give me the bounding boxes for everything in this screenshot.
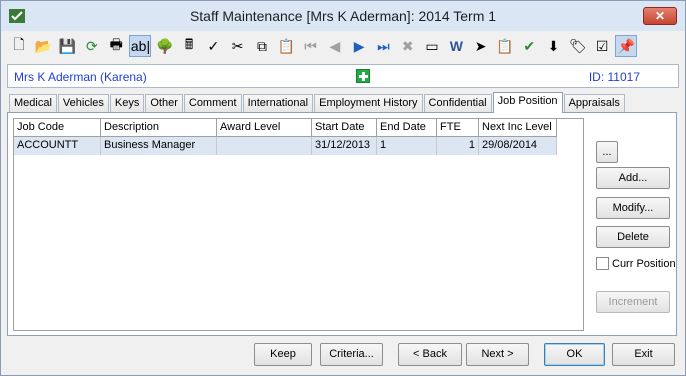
- column-header-award-level[interactable]: Award Level: [217, 119, 312, 137]
- back-button[interactable]: < Back: [398, 343, 462, 366]
- staff-maintenance-window: Staff Maintenance [Mrs K Aderman]: 2014 …: [0, 0, 686, 376]
- staff-id: ID: 11017: [588, 70, 640, 84]
- modify-button[interactable]: Modify...: [596, 197, 670, 219]
- table-cell: Business Manager: [101, 137, 217, 155]
- cut-icon[interactable]: ✂: [227, 35, 249, 57]
- tab-appraisals[interactable]: Appraisals: [563, 94, 625, 113]
- tab-employment-history[interactable]: Employment History: [314, 94, 423, 113]
- tab-medical[interactable]: Medical: [9, 94, 57, 113]
- spellcheck-icon[interactable]: ✓: [202, 35, 224, 57]
- open-folder-icon[interactable]: 📂: [32, 35, 54, 57]
- title-bar: Staff Maintenance [Mrs K Aderman]: 2014 …: [1, 1, 685, 31]
- table-cell: ACCOUNTT: [14, 137, 101, 155]
- delete-icon: ✖: [401, 37, 414, 54]
- save-icon: 💾: [58, 37, 77, 54]
- tab-other[interactable]: Other: [145, 94, 183, 113]
- close-button[interactable]: ✕: [643, 7, 677, 25]
- tab-keys[interactable]: Keys: [109, 94, 145, 113]
- calculator-icon[interactable]: 🖩: [178, 35, 200, 57]
- column-header-job-code[interactable]: Job Code: [14, 119, 101, 137]
- table-cell: 1: [377, 137, 437, 155]
- tab-comment[interactable]: Comment: [183, 94, 242, 113]
- table-cell: [217, 137, 312, 155]
- card-icon[interactable]: ▭: [421, 35, 443, 57]
- previous-record-icon: ◀: [329, 37, 341, 54]
- delete-button[interactable]: Delete: [596, 226, 670, 248]
- clipboard-edit-icon[interactable]: 📋: [494, 35, 516, 57]
- toolbar: 🗋 📂 💾 ⟳ 🖶 ab| 🌳 🖩 ✓ ✂ ⧉ 📋 ⏮ ◀ ▶ ⏭ ✖ ▭ W ➤ 📋 ✔ ⬇ 🏷 ☑ 📌: [5, 32, 683, 60]
- staff-name-bar: Mrs K Aderman (Karena) ID: 11017: [7, 64, 679, 88]
- increment-button: Increment: [596, 291, 670, 313]
- table-cell: 29/08/2014: [479, 137, 557, 155]
- curr-position-label: Curr Position: [612, 257, 676, 270]
- grid-header-row: Job Code Description Award Level Start Date…: [14, 119, 583, 137]
- export-arrow-icon[interactable]: ➤: [470, 35, 492, 57]
- next-record-icon[interactable]: ▶: [348, 35, 370, 57]
- medical-cross-icon[interactable]: [356, 69, 370, 83]
- ellipsis-button[interactable]: ...: [596, 141, 618, 163]
- curr-position-checkbox[interactable]: Curr Position: [596, 257, 676, 270]
- last-record-icon[interactable]: ⏭: [372, 35, 394, 57]
- next-button[interactable]: Next >: [466, 343, 529, 366]
- table-cell: 1: [437, 137, 479, 155]
- column-header-fte[interactable]: FTE: [437, 119, 479, 137]
- paste-icon[interactable]: 📋: [275, 35, 297, 57]
- add-button[interactable]: Add...: [596, 167, 670, 189]
- table-row[interactable]: ACCOUNTT Business Manager 31/12/2013 1 1 29/0…: [14, 137, 583, 155]
- column-header-next-inc-level[interactable]: Next Inc Level: [479, 119, 557, 137]
- tree-icon[interactable]: 🌳: [154, 35, 176, 57]
- tab-job-position[interactable]: Job Position: [492, 92, 563, 113]
- tag-icon[interactable]: 🏷: [567, 35, 589, 57]
- job-position-panel: Job Code Description Award Level Start Date…: [7, 112, 677, 336]
- first-record-icon: ⏮: [304, 37, 317, 54]
- checkbox-box[interactable]: [596, 257, 609, 270]
- keep-button[interactable]: Keep: [254, 343, 312, 366]
- copy-icon[interactable]: ⧉: [251, 35, 273, 57]
- checklist-icon[interactable]: ☑: [591, 35, 613, 57]
- window-title: Staff Maintenance [Mrs K Aderman]: 2014 …: [189, 8, 497, 24]
- refresh-icon[interactable]: ⟳: [81, 35, 103, 57]
- download-icon[interactable]: ⬇: [543, 35, 565, 57]
- tab-international[interactable]: International: [242, 94, 314, 113]
- column-header-start-date[interactable]: Start Date: [312, 119, 377, 137]
- word-document-icon[interactable]: W: [445, 35, 467, 57]
- tab-strip: Medical Vehicles Keys Other Comment Internati…: [9, 92, 626, 113]
- criteria-button[interactable]: Criteria...: [320, 343, 383, 366]
- table-cell: 31/12/2013: [312, 137, 377, 155]
- exit-button[interactable]: Exit: [612, 343, 675, 366]
- column-header-description[interactable]: Description: [101, 119, 217, 137]
- approve-icon[interactable]: ✔: [518, 35, 540, 57]
- ok-button[interactable]: OK: [544, 343, 605, 366]
- print-icon[interactable]: 🖶: [105, 35, 127, 57]
- tab-vehicles[interactable]: Vehicles: [57, 94, 109, 113]
- column-header-end-date[interactable]: End Date: [377, 119, 437, 137]
- new-icon[interactable]: 🗋: [8, 35, 30, 57]
- text-field-icon[interactable]: ab|: [129, 35, 152, 57]
- job-position-grid[interactable]: Job Code Description Award Level Start Date…: [13, 118, 584, 331]
- staff-name: Mrs K Aderman (Karena): [14, 70, 147, 84]
- tab-confidential[interactable]: Confidential: [423, 94, 492, 113]
- pin-icon[interactable]: 📌: [615, 35, 638, 57]
